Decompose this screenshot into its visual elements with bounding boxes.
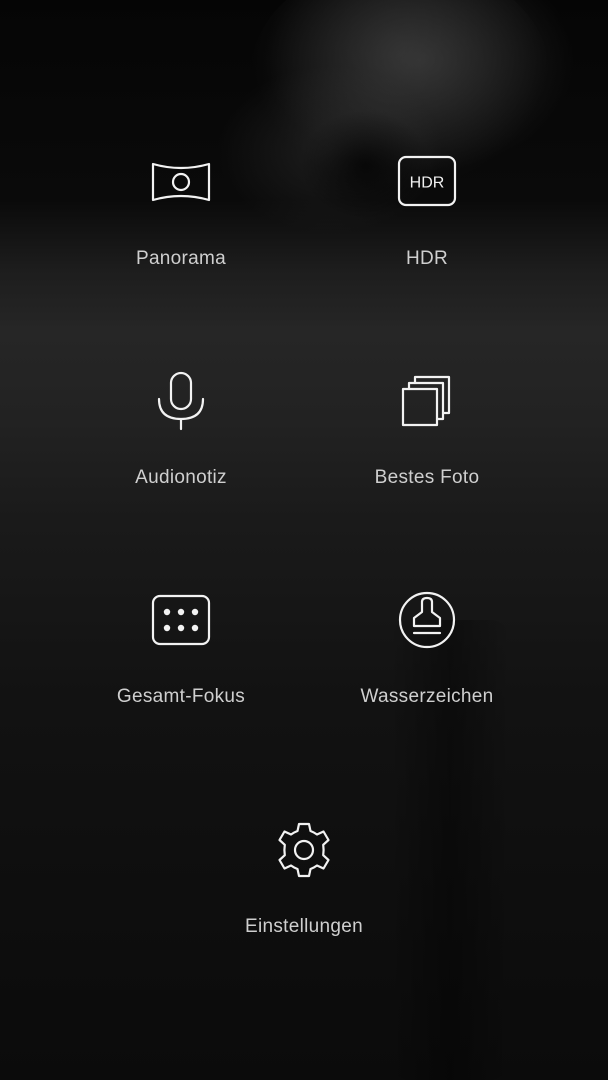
mode-all-focus[interactable]: Gesamt-Fokus [81, 588, 281, 738]
hdr-icon-text: HDR [410, 175, 445, 192]
mode-label: HDR [405, 248, 449, 269]
camera-mode-menu: Panorama HDR HDR Audionotiz Bestes Foto … [0, 0, 608, 1080]
focus-dots-icon [151, 594, 211, 646]
hdr-icon: HDR [397, 155, 457, 207]
mode-best-photo[interactable]: Bestes Foto [327, 369, 527, 519]
mode-watermark[interactable]: Wasserzeichen [327, 588, 527, 738]
microphone-icon [157, 371, 205, 431]
gear-icon [278, 822, 330, 878]
stacked-photos-icon [401, 375, 451, 427]
mode-label: Bestes Foto [374, 467, 480, 488]
mode-label: Panorama [135, 248, 227, 269]
stamp-icon [398, 591, 456, 649]
mode-label: Audionotiz [135, 467, 227, 488]
mode-hdr[interactable]: HDR HDR [327, 150, 527, 300]
mode-panorama[interactable]: Panorama [81, 150, 281, 300]
mode-label: Gesamt-Fokus [116, 686, 246, 707]
mode-label: Einstellungen [245, 916, 363, 937]
mode-audio-note[interactable]: Audionotiz [81, 369, 281, 519]
panorama-icon [151, 162, 211, 202]
mode-label: Wasserzeichen [360, 686, 494, 707]
settings-button[interactable]: Einstellungen [204, 818, 404, 968]
